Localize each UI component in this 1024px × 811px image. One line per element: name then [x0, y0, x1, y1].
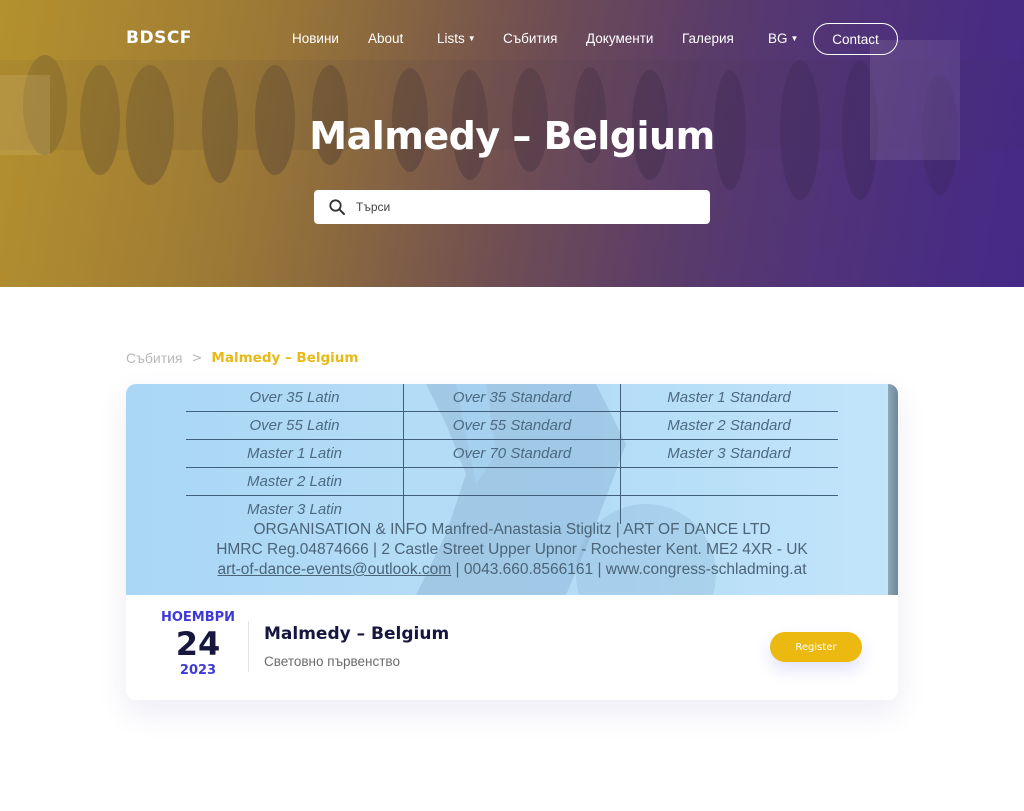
poster-cell: Over 35 Latin — [249, 388, 340, 406]
event-card: Over 35 Latin Over 35 Standard Master 1 … — [126, 384, 898, 700]
site-logo[interactable]: BDSCF — [126, 28, 192, 48]
poster-cell — [620, 468, 837, 495]
poster-cell: Over 35 Standard — [403, 384, 620, 411]
breadcrumb-current: Malmedy – Belgium — [211, 350, 359, 366]
poster-email: art-of-dance-events@outlook.com — [217, 561, 452, 578]
nav-item-galeria[interactable]: Галерия — [682, 31, 734, 46]
nav-item-label: About — [368, 31, 404, 46]
breadcrumb-events-link[interactable]: Събития — [126, 350, 183, 366]
breadcrumb-separator-icon: > — [191, 350, 203, 366]
date-divider — [248, 621, 249, 672]
nav-item-label: Lists — [437, 31, 465, 46]
search-bar[interactable] — [314, 190, 710, 224]
nav-item-label: Новини — [292, 31, 339, 46]
poster-cell: Over 70 Standard — [403, 440, 620, 467]
search-icon[interactable] — [328, 198, 346, 216]
poster-row: Over 35 Latin Over 35 Standard Master 1 … — [186, 384, 838, 412]
poster-row: Master 1 Latin Over 70 Standard Master 3… — [186, 440, 838, 468]
register-button[interactable]: Register — [770, 632, 862, 662]
poster-info-rest: | 0043.660.8566161 | www.congress-schlad… — [451, 561, 807, 578]
contact-button[interactable]: Contact — [813, 23, 898, 55]
poster-cell: Master 3 Standard — [620, 440, 837, 467]
top-navigation: BDSCF Новини About Lists ▼ Събития Докуме… — [0, 0, 1024, 78]
hero-banner: BDSCF Новини About Lists ▼ Събития Докуме… — [0, 0, 1024, 287]
nav-item-sabitia[interactable]: Събития — [503, 31, 558, 46]
nav-item-about[interactable]: About — [368, 31, 403, 46]
poster-info-line: art-of-dance-events@outlook.com | 0043.6… — [126, 560, 898, 580]
breadcrumb: Събития > Malmedy – Belgium — [126, 350, 358, 366]
poster-cell: Master 1 Latin — [246, 444, 343, 462]
search-input[interactable] — [356, 200, 696, 214]
nav-item-label: Документи — [586, 31, 654, 46]
nav-item-novini[interactable]: Новини — [292, 31, 339, 46]
poster-cell — [403, 468, 620, 495]
poster-cell: Master 2 Standard — [620, 412, 837, 439]
event-poster-image[interactable]: Over 35 Latin Over 35 Standard Master 1 … — [126, 384, 898, 595]
event-title[interactable]: Malmedy – Belgium — [264, 624, 449, 644]
page-title: Malmedy – Belgium — [309, 114, 715, 158]
nav-item-dokumenti[interactable]: Документи — [586, 31, 653, 46]
language-selector[interactable]: BG ▼ — [768, 31, 798, 46]
chevron-down-icon: ▼ — [467, 34, 476, 43]
poster-cell: Over 55 Standard — [403, 412, 620, 439]
nav-item-lists[interactable]: Lists ▼ — [437, 31, 476, 46]
chevron-down-icon: ▼ — [790, 34, 799, 43]
nav-item-label: Събития — [503, 31, 558, 46]
poster-cell: Over 55 Latin — [249, 416, 340, 434]
poster-row: Master 2 Latin — [186, 468, 838, 496]
event-category: Световно първенство — [264, 654, 400, 669]
poster-edge — [888, 384, 898, 595]
poster-organiser-info: ORGANISATION & INFO Manfred-Anastasia St… — [126, 520, 898, 580]
poster-info-line: ORGANISATION & INFO Manfred-Anastasia St… — [253, 521, 771, 538]
poster-info-line: HMRC Reg.04874666 | 2 Castle Street Uppe… — [216, 541, 808, 558]
nav-item-label: Галерия — [682, 31, 734, 46]
poster-row: Over 55 Latin Over 55 Standard Master 2 … — [186, 412, 838, 440]
poster-cell: Master 1 Standard — [620, 384, 837, 411]
language-label: BG — [768, 31, 788, 46]
poster-categories-table: Over 35 Latin Over 35 Standard Master 1 … — [186, 384, 838, 524]
poster-cell: Master 2 Latin — [246, 472, 343, 490]
